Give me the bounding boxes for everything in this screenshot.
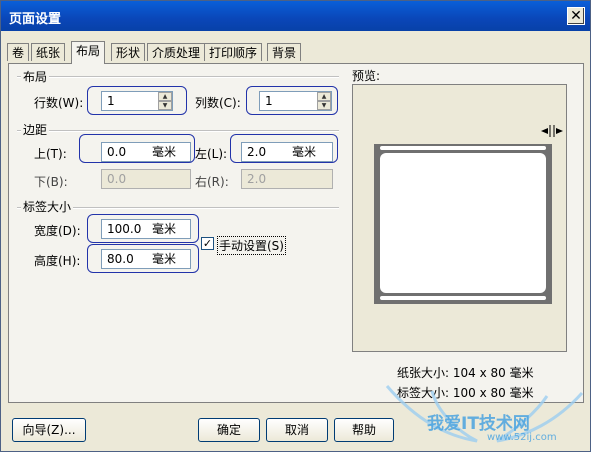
height-highlight xyxy=(87,244,199,273)
rows-highlight xyxy=(87,86,187,115)
right-margin-value: 2.0 xyxy=(247,172,267,186)
page-setup-dialog: 页面设置 ✕ 卷 纸张 布局 形状 介质处理 打印顺序 背景 布局 行数(W):… xyxy=(0,0,591,452)
height-label: 高度(H): xyxy=(34,254,81,268)
bottom-margin-label: 下(B): xyxy=(34,175,68,189)
cols-highlight xyxy=(246,86,338,115)
ok-button[interactable]: 确定 xyxy=(198,418,260,442)
tab-paper[interactable]: 纸张 xyxy=(31,43,66,61)
top-margin-highlight xyxy=(79,134,195,163)
cancel-button[interactable]: 取消 xyxy=(266,418,328,442)
label-size-group-label: 标签大小 xyxy=(21,198,74,215)
window-title: 页面设置 xyxy=(9,12,62,27)
tab-layout[interactable]: 布局 xyxy=(71,41,106,64)
close-button[interactable]: ✕ xyxy=(567,7,585,25)
left-margin-label: 左(L): xyxy=(195,147,228,161)
width-highlight xyxy=(87,214,199,243)
tab-media-handling[interactable]: 介质处理 xyxy=(147,43,206,61)
layout-group-line xyxy=(17,76,339,78)
tab-roll[interactable]: 卷 xyxy=(7,43,30,61)
cols-label: 列数(C): xyxy=(195,96,241,110)
tab-shape[interactable]: 形状 xyxy=(111,43,146,61)
right-margin-label: 右(R): xyxy=(195,175,229,189)
watermark-url: www.52ij.com xyxy=(487,432,557,443)
wizard-button[interactable]: 向导(Z)... xyxy=(12,418,86,442)
bottom-margin-value: 0.0 xyxy=(107,172,127,186)
rows-label: 行数(W): xyxy=(34,96,84,110)
preview-bottom-strip xyxy=(380,296,546,300)
manual-setting-checkbox[interactable]: ✓ xyxy=(201,237,214,250)
tab-background[interactable]: 背景 xyxy=(267,43,302,61)
preview-label-sheet xyxy=(380,153,546,293)
preview-top-strip xyxy=(380,146,546,150)
top-margin-label: 上(T): xyxy=(34,147,67,161)
margins-group-line xyxy=(17,130,339,132)
watermark-text: 我爱IT技术网 xyxy=(427,414,530,434)
left-margin-highlight xyxy=(230,134,338,163)
layout-group-label: 布局 xyxy=(21,68,50,85)
right-margin-input: 2.0 xyxy=(241,169,333,189)
bottom-margin-input: 0.0 xyxy=(101,169,191,189)
help-button[interactable]: 帮助 xyxy=(334,418,394,442)
title-bar: 页面设置 ✕ xyxy=(1,1,590,31)
margins-group-label: 边距 xyxy=(21,121,50,138)
paper-size-text: 纸张大小: 104 x 80 毫米 xyxy=(397,366,534,380)
tab-print-order[interactable]: 打印顺序 xyxy=(204,43,263,61)
preview-label: 预览: xyxy=(352,69,381,83)
manual-setting-label[interactable]: 手动设置(S) xyxy=(217,236,286,255)
margin-indicator-icon xyxy=(541,125,563,137)
width-label: 宽度(D): xyxy=(34,224,81,238)
